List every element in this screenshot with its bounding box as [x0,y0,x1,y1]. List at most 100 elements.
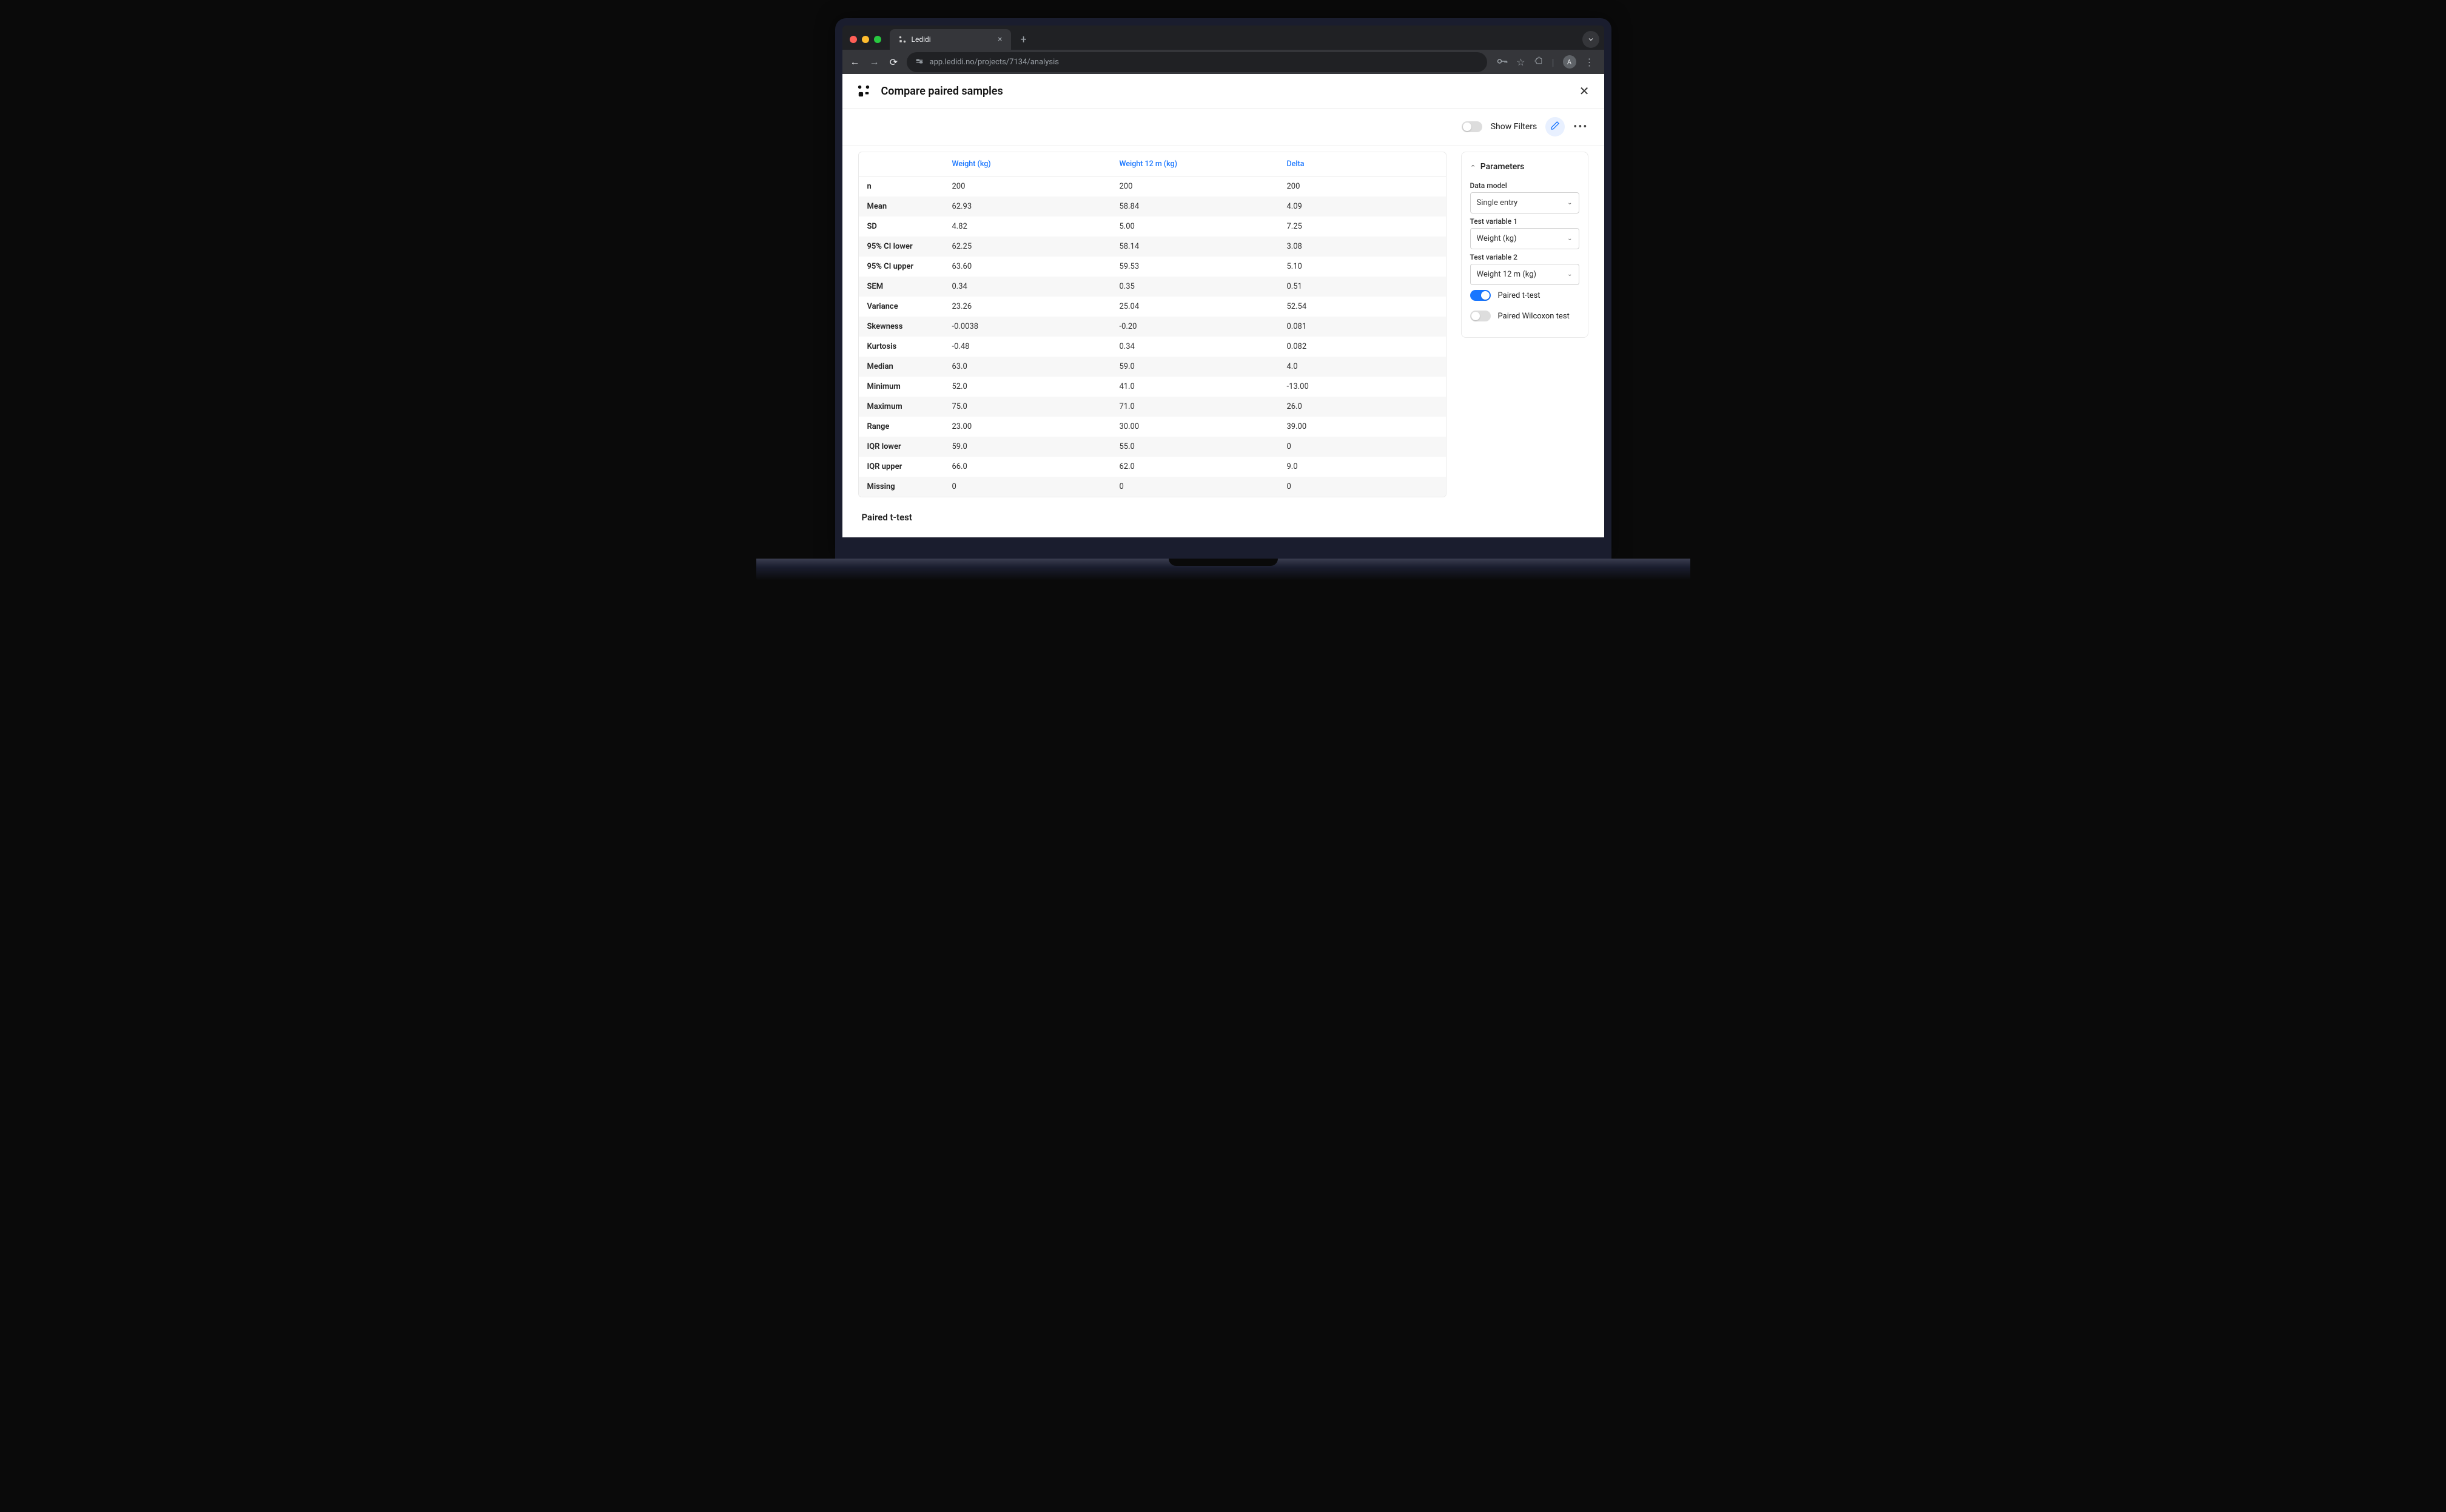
test-var1-label: Test variable 1 [1470,217,1579,226]
chevron-down-icon: ⌄ [1567,235,1572,242]
cell-value: 41.0 [1111,377,1278,397]
table-row: Median63.059.04.0 [859,357,1446,377]
window-minimize-button[interactable] [862,36,869,43]
tab-favicon [898,35,907,44]
table-row: Kurtosis-0.480.340.082 [859,337,1446,357]
cell-value: 63.0 [944,357,1111,377]
table-row: IQR lower59.055.00 [859,437,1446,457]
window-close-button[interactable] [850,36,857,43]
cell-value: 0 [1278,437,1446,457]
more-menu-button[interactable]: ••• [1573,121,1588,133]
cell-value: 75.0 [944,397,1111,417]
reload-button[interactable]: ⟳ [887,56,901,68]
new-tab-button[interactable]: + [1016,31,1032,49]
cell-value: -13.00 [1278,377,1446,397]
window-controls [850,36,881,43]
row-label: Range [859,417,944,437]
bookmark-icon[interactable]: ☆ [1516,56,1525,68]
data-model-select[interactable]: Single entry ⌄ [1470,192,1579,213]
table-body: n200200200Mean62.9358.844.09SD4.825.007.… [859,176,1446,497]
cell-value: 0.34 [944,277,1111,297]
paired-ttest-label: Paired t-test [1498,291,1541,300]
pencil-icon [1550,121,1560,133]
edit-button[interactable] [1545,117,1565,136]
column-header-delta[interactable]: Delta [1278,152,1446,176]
cell-value: 0 [1111,477,1278,497]
cell-value: 71.0 [1111,397,1278,417]
page-title: Compare paired samples [881,85,1003,98]
table-row: Variance23.2625.0452.54 [859,297,1446,317]
test-var2-label: Test variable 2 [1470,253,1579,261]
cell-value: -0.20 [1111,317,1278,337]
table-row: Mean62.9358.844.09 [859,197,1446,217]
paired-ttest-heading: Paired t-test [858,497,1446,525]
table-row: Missing000 [859,477,1446,497]
cell-value: 58.84 [1111,197,1278,217]
back-button[interactable]: ← [848,56,862,68]
tab-list-button[interactable] [1582,31,1599,48]
row-label: n [859,176,944,197]
window-maximize-button[interactable] [874,36,881,43]
cell-value: -0.48 [944,337,1111,357]
chevron-down-icon: ⌄ [1567,200,1572,206]
tab-close-button[interactable]: × [998,35,1002,44]
row-label: Kurtosis [859,337,944,357]
url-text: app.ledidi.no/projects/7134/analysis [930,58,1059,67]
column-header-weight12m[interactable]: Weight 12 m (kg) [1111,152,1278,176]
cell-value: 4.0 [1278,357,1446,377]
cell-value: 55.0 [1111,437,1278,457]
page-header: Compare paired samples ✕ [842,74,1604,109]
cell-value: 30.00 [1111,417,1278,437]
show-filters-toggle[interactable] [1462,121,1482,132]
table-header-row: Weight (kg) Weight 12 m (kg) Delta [859,152,1446,176]
wilcoxon-toggle[interactable] [1470,311,1491,321]
browser-tab-active[interactable]: Ledidi × [890,29,1011,50]
stats-table: Weight (kg) Weight 12 m (kg) Delta n2002… [858,152,1446,497]
cell-value: 52.54 [1278,297,1446,317]
table-row: 95% CI upper63.6059.535.10 [859,257,1446,277]
row-label: Maximum [859,397,944,417]
parameters-panel-toggle[interactable]: ⌄ Parameters [1470,160,1579,178]
extensions-icon[interactable] [1534,56,1544,68]
content-area: Weight (kg) Weight 12 m (kg) Delta n2002… [842,146,1604,537]
cell-value: 200 [1278,176,1446,197]
show-filters-label: Show Filters [1491,122,1537,132]
test-var2-select[interactable]: Weight 12 m (kg) ⌄ [1470,264,1579,285]
table-row: Minimum52.041.0-13.00 [859,377,1446,397]
row-label: Missing [859,477,944,497]
table-row: Skewness-0.0038-0.200.081 [859,317,1446,337]
cell-value: 25.04 [1111,297,1278,317]
paired-ttest-toggle[interactable] [1470,290,1491,301]
cell-value: 59.0 [944,437,1111,457]
cell-value: 59.53 [1111,257,1278,277]
cell-value: 200 [1111,176,1278,197]
page-toolbar: Show Filters ••• [842,109,1604,146]
cell-value: 0.35 [1111,277,1278,297]
browser-menu-button[interactable]: ⋮ [1585,56,1594,68]
profile-avatar[interactable]: A [1563,55,1576,69]
laptop-frame: Ledidi × + ← → ⟳ app.ledidi. [835,18,1611,580]
site-settings-icon[interactable] [915,57,924,67]
address-bar[interactable]: app.ledidi.no/projects/7134/analysis [907,52,1488,72]
toolbar-actions: ☆ | A ⋮ [1493,55,1598,69]
cell-value: 4.09 [1278,197,1446,217]
cell-value: 59.0 [1111,357,1278,377]
forward-button[interactable]: → [868,56,881,68]
column-header-weight[interactable]: Weight (kg) [944,152,1111,176]
cell-value: 23.00 [944,417,1111,437]
row-label: 95% CI upper [859,257,944,277]
table-row: Range23.0030.0039.00 [859,417,1446,437]
cell-value: 63.60 [944,257,1111,277]
cell-value: 62.25 [944,237,1111,257]
browser-chrome: Ledidi × + ← → ⟳ app.ledidi. [842,25,1604,74]
row-label: Mean [859,197,944,217]
test-var1-select[interactable]: Weight (kg) ⌄ [1470,228,1579,249]
browser-toolbar: ← → ⟳ app.ledidi.no/projects/7134/analys… [842,50,1604,74]
password-icon[interactable] [1497,56,1508,68]
close-button[interactable]: ✕ [1579,84,1590,98]
cell-value: 0.081 [1278,317,1446,337]
row-label: 95% CI lower [859,237,944,257]
cell-value: 3.08 [1278,237,1446,257]
wilcoxon-label: Paired Wilcoxon test [1498,312,1570,321]
cell-value: 66.0 [944,457,1111,477]
